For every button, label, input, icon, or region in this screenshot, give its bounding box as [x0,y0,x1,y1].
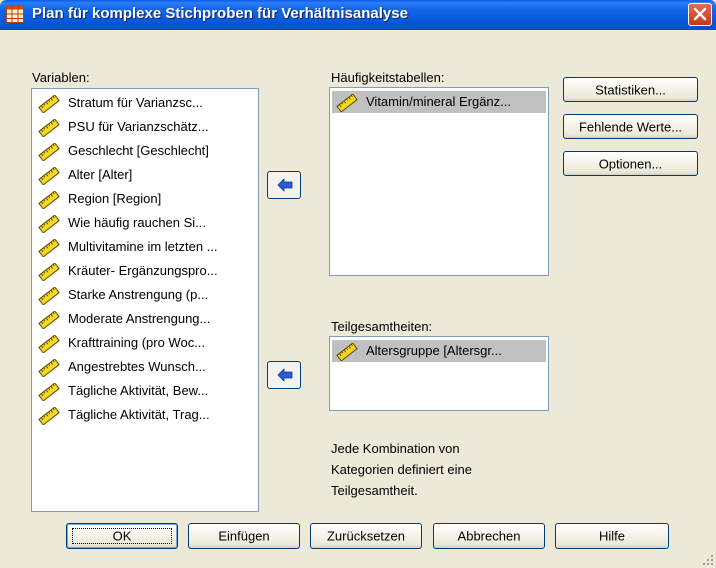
scale-variable-icon [38,95,60,113]
missing-values-button[interactable]: Fehlende Werte... [563,114,698,139]
scale-variable-icon [38,191,60,209]
list-item[interactable]: Alter [Alter] [32,163,258,187]
title-bar[interactable]: Plan für komplexe Stichproben für Verhäl… [0,0,716,30]
reset-button[interactable]: Zurücksetzen [310,523,422,549]
list-item[interactable]: Vitamin/mineral Ergänz... [330,90,548,114]
frequency-tables-label: Häufigkeitstabellen: [331,70,445,85]
options-button[interactable]: Optionen... [563,151,698,176]
resize-grip-icon[interactable] [702,554,714,566]
statistics-button[interactable]: Statistiken... [563,77,698,102]
arrow-left-icon [277,178,293,192]
list-item[interactable]: Krafttraining (pro Woc... [32,331,258,355]
list-item[interactable]: Geschlecht [Geschlecht] [32,139,258,163]
table-icon [6,5,24,23]
cancel-button[interactable]: Abbrechen [433,523,545,549]
list-item[interactable]: Angestrebtes Wunsch... [32,355,258,379]
move-to-frequency-tables-button[interactable] [267,171,301,199]
list-item[interactable]: Wie häufig rauchen Si... [32,211,258,235]
list-item[interactable]: Moderate Anstrengung... [32,307,258,331]
list-item[interactable]: Tägliche Aktivität, Bew... [32,379,258,403]
list-item[interactable]: Tägliche Aktivität, Trag... [32,403,258,427]
list-item-label: Multivitamine im letzten ... [68,239,218,254]
list-item-label: Angestrebtes Wunsch... [68,359,206,374]
list-item[interactable]: Multivitamine im letzten ... [32,235,258,259]
list-item-label: Krafttraining (pro Woc... [68,335,206,350]
close-button[interactable] [688,3,712,26]
list-item[interactable]: Stratum für Varianzsc... [32,91,258,115]
scale-variable-icon [38,287,60,305]
list-item-label: Wie häufig rauchen Si... [68,215,207,230]
scale-variable-icon [336,343,358,361]
scale-variable-icon [38,239,60,257]
list-item-label: Tägliche Aktivität, Bew... [68,383,209,398]
dialog-window: Plan für komplexe Stichproben für Verhäl… [0,0,716,568]
list-item[interactable]: Starke Anstrengung (p... [32,283,258,307]
list-item-label: Starke Anstrengung (p... [68,287,209,302]
close-icon [693,7,707,21]
help-button[interactable]: Hilfe [555,523,669,549]
window-title: Plan für komplexe Stichproben für Verhäl… [32,5,408,22]
list-item[interactable]: PSU für Varianzschätz... [32,115,258,139]
scale-variable-icon [38,119,60,137]
scale-variable-icon [38,167,60,185]
subpopulations-listbox[interactable]: Altersgruppe [Altersgr... [329,336,549,411]
scale-variable-icon [336,94,358,112]
list-item-label: Vitamin/mineral Ergänz... [366,94,511,109]
scale-variable-icon [38,263,60,281]
list-item-label: Geschlecht [Geschlecht] [68,143,209,158]
scale-variable-icon [38,215,60,233]
paste-button[interactable]: Einfügen [188,523,300,549]
move-to-subpopulations-button[interactable] [267,361,301,389]
variables-listbox[interactable]: Stratum für Varianzsc... PSU für Varianzs… [31,88,259,512]
scale-variable-icon [38,407,60,425]
scale-variable-icon [38,359,60,377]
frequency-tables-listbox[interactable]: Vitamin/mineral Ergänz... [329,87,549,276]
list-item[interactable]: Region [Region] [32,187,258,211]
list-item-label: Tägliche Aktivität, Trag... [68,407,210,422]
arrow-left-icon [277,368,293,382]
list-item-label: Kräuter- Ergänzungspro... [68,263,218,278]
scale-variable-icon [38,335,60,353]
info-text: Jede Kombination von Kategorien definier… [331,441,472,498]
scale-variable-icon [38,143,60,161]
list-item[interactable]: Kräuter- Ergänzungspro... [32,259,258,283]
list-item-label: Region [Region] [68,191,162,206]
list-item-label: Altersgruppe [Altersgr... [366,343,502,358]
list-item-label: PSU für Varianzschätz... [68,119,209,134]
ok-button[interactable]: OK [66,523,178,549]
list-item[interactable]: Altersgruppe [Altersgr... [330,339,548,363]
list-item-label: Moderate Anstrengung... [68,311,211,326]
scale-variable-icon [38,311,60,329]
list-item-label: Stratum für Varianzsc... [68,95,203,110]
list-item-label: Alter [Alter] [68,167,133,182]
scale-variable-icon [38,383,60,401]
subpopulations-label: Teilgesamtheiten: [331,319,433,334]
variables-label: Variablen: [32,70,90,85]
